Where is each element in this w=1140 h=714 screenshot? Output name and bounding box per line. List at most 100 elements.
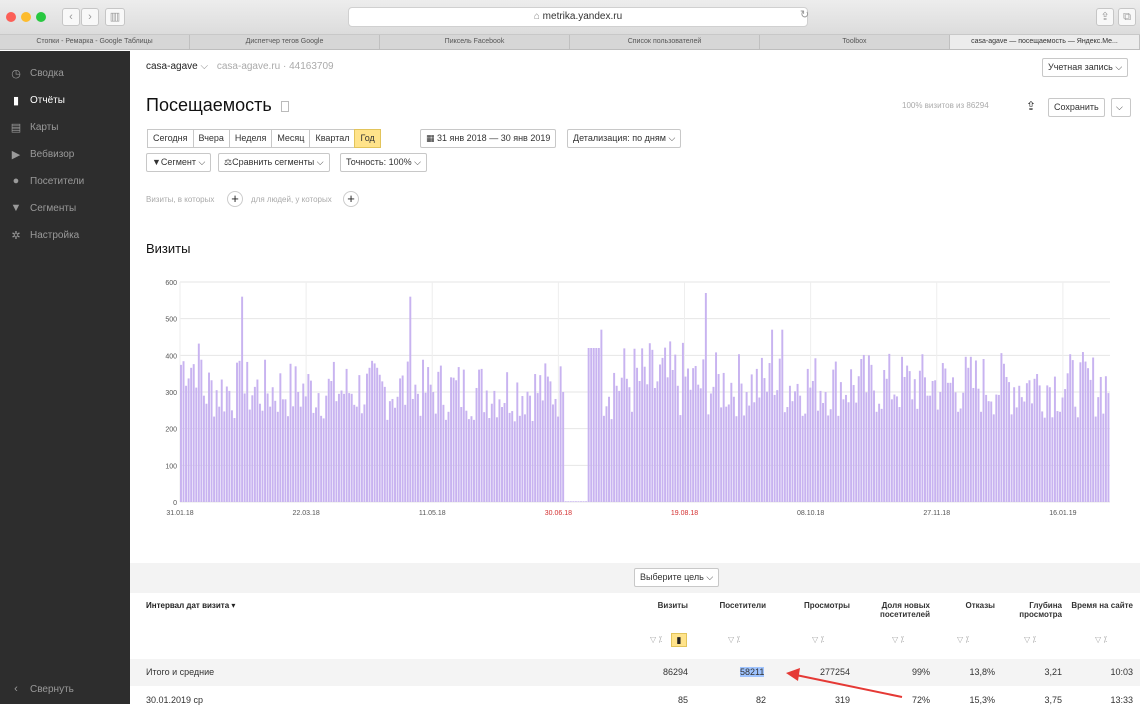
chart-bar[interactable] (465, 410, 468, 502)
chart-bar[interactable] (816, 410, 819, 502)
chart-bar[interactable] (455, 380, 458, 502)
sidebar-item-7[interactable]: ✲ Настройка (10, 225, 79, 245)
chart-bar[interactable] (470, 416, 473, 502)
chart-bar[interactable] (656, 381, 659, 502)
column-header-3[interactable]: Просмотры (780, 601, 850, 610)
chart-bar[interactable] (893, 394, 896, 502)
chart-bar[interactable] (1028, 380, 1031, 502)
chart-bar[interactable] (880, 408, 883, 502)
chart-bar[interactable] (1066, 373, 1069, 502)
chart-bar[interactable] (294, 366, 297, 502)
chart-bar[interactable] (182, 361, 185, 502)
chart-bar[interactable] (676, 385, 679, 502)
chart-bar[interactable] (623, 348, 626, 502)
chart-bar[interactable] (969, 356, 972, 502)
chart-bar[interactable] (213, 416, 216, 502)
chart-bar[interactable] (424, 392, 427, 502)
chart-bar[interactable] (355, 406, 358, 502)
chart-bar[interactable] (755, 368, 758, 502)
chart-bar[interactable] (381, 381, 384, 502)
browser-tab[interactable]: Диспетчер тегов Google (190, 35, 380, 49)
chart-bar[interactable] (215, 390, 218, 502)
chart-bar[interactable] (1036, 374, 1039, 502)
chart-bar[interactable] (740, 383, 743, 502)
chart-bar[interactable] (990, 401, 993, 502)
chart-bar[interactable] (284, 399, 287, 502)
chart-bar[interactable] (358, 375, 361, 502)
chart-bar[interactable] (847, 402, 850, 502)
chart-bar[interactable] (388, 401, 391, 502)
chart-bar[interactable] (750, 374, 753, 502)
chart-bar[interactable] (554, 398, 557, 502)
chart-bar[interactable] (758, 397, 761, 503)
chart-bar[interactable] (511, 411, 514, 502)
sidebar-toggle-button[interactable]: ▥ (105, 8, 125, 26)
tabs-button[interactable]: ⧉ (1118, 8, 1136, 26)
chart-bar[interactable] (562, 392, 565, 502)
chart-bar[interactable] (409, 296, 412, 502)
chart-bar[interactable] (738, 354, 740, 502)
chart-bar[interactable] (918, 370, 921, 502)
minimize-window-button[interactable] (21, 12, 31, 22)
chart-bar[interactable] (1041, 411, 1044, 502)
chart-bar[interactable] (480, 368, 483, 502)
chart-bar[interactable] (694, 365, 697, 502)
chart-bar[interactable] (1107, 393, 1110, 502)
chart-bar[interactable] (297, 392, 300, 502)
chart-bar[interactable] (1025, 383, 1028, 502)
chart-bar[interactable] (679, 415, 682, 502)
chart-bar[interactable] (906, 365, 909, 502)
chart-bar[interactable] (827, 415, 830, 502)
chart-bar[interactable] (327, 378, 330, 502)
sidebar-item-2[interactable]: ▮ Отчёты (10, 90, 65, 110)
chart-bar[interactable] (251, 395, 254, 502)
chart-bar[interactable] (839, 382, 842, 502)
chart-bar[interactable] (501, 407, 503, 502)
chart-bar[interactable] (753, 402, 756, 502)
chart-bar[interactable] (541, 400, 544, 502)
column-filter-icon[interactable]: ▽ ⁒ (1095, 635, 1107, 644)
chart-bar[interactable] (763, 378, 766, 502)
chart-bar[interactable] (404, 404, 407, 502)
chart-bar[interactable] (952, 377, 954, 502)
column-header-4[interactable]: Доля новых посетителей (860, 601, 930, 619)
chart-bar[interactable] (824, 392, 827, 502)
chart-bar[interactable] (325, 395, 328, 502)
chart-bar[interactable] (600, 329, 603, 502)
chart-bar[interactable] (911, 399, 914, 502)
chart-bar[interactable] (478, 369, 481, 502)
chart-bar[interactable] (230, 410, 233, 502)
chart-bar[interactable] (597, 348, 600, 502)
chart-bar[interactable] (256, 379, 259, 502)
chart-bar[interactable] (223, 411, 226, 502)
chart-bar[interactable] (225, 386, 228, 503)
chart-bar[interactable] (687, 368, 689, 502)
chart-bar[interactable] (766, 391, 768, 502)
chart-bar[interactable] (444, 419, 447, 502)
chart-bar[interactable] (373, 363, 376, 502)
chart-bar[interactable] (801, 415, 804, 502)
chart-bar[interactable] (995, 394, 998, 502)
chart-bar[interactable] (287, 416, 289, 502)
chart-bar[interactable] (926, 395, 929, 502)
chart-bar[interactable] (1013, 387, 1016, 502)
chart-bar[interactable] (236, 362, 238, 502)
chart-bar[interactable] (419, 415, 422, 502)
chart-bar[interactable] (539, 375, 542, 502)
chart-bar[interactable] (1069, 354, 1072, 502)
chart-bar[interactable] (197, 343, 200, 502)
chart-bar[interactable] (794, 391, 796, 502)
chart-bar[interactable] (485, 390, 488, 502)
chart-bar[interactable] (299, 406, 302, 502)
chart-bar[interactable] (837, 415, 840, 502)
chart-bar[interactable] (929, 395, 932, 502)
chart-bar[interactable] (363, 404, 366, 502)
sidebar-item-5[interactable]: ● Посетители (10, 171, 85, 191)
chart-bar[interactable] (391, 398, 394, 502)
chart-bar[interactable] (1038, 385, 1041, 502)
chart-bar[interactable] (238, 360, 241, 502)
chart-bar[interactable] (845, 394, 847, 502)
chart-bar[interactable] (1097, 397, 1100, 502)
chart-bar[interactable] (210, 380, 213, 502)
chart-bar[interactable] (745, 392, 748, 502)
